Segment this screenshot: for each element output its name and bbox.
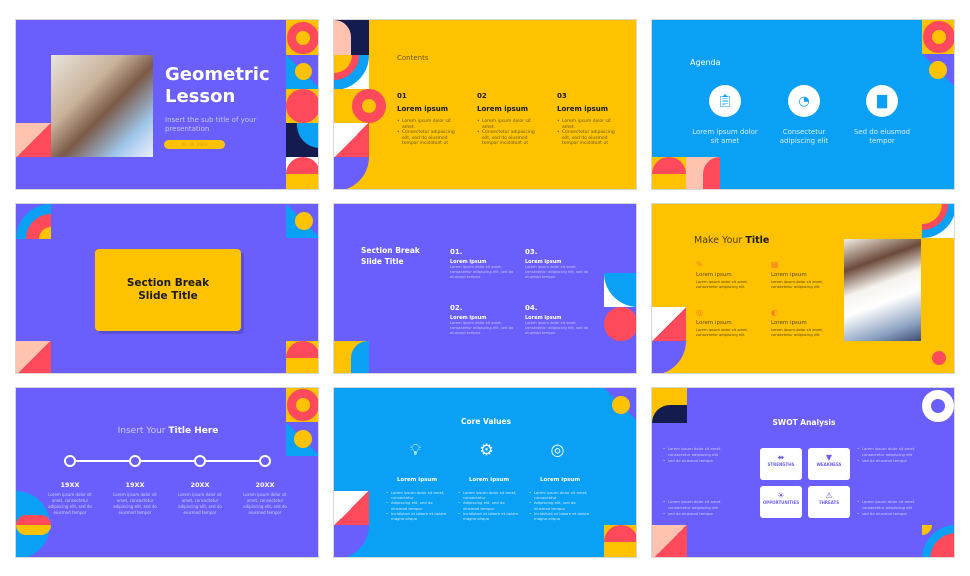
agenda-label: Consectetur adipiscing elit	[779, 128, 829, 145]
feature-item: ✎ Lorem ipsum Lorem ipsum dolor sit amet, …	[696, 260, 766, 289]
slide-thumbnail-2[interactable]: Contents 01 Lorem ipsum Lorem ipsum dolo…	[333, 19, 637, 190]
calendar-icon: ▦	[771, 260, 779, 269]
contents-column: 02 Lorem ipsum Lorem ipsum dolor sit ame…	[477, 92, 539, 147]
slide-thumbnail-1[interactable]: Geometric Lesson Insert the sub title of …	[15, 19, 319, 190]
section-title-box: Section Break Slide Title	[95, 249, 241, 331]
thumbs-down-icon: ▼	[825, 453, 833, 462]
date-pill: 00. 00. 20XX	[164, 140, 225, 149]
agenda-heading: Agenda	[690, 58, 721, 67]
slide-title: Core Values	[461, 417, 511, 426]
milestone: 19XX Lorem ipsum dolor sit amet, consecte…	[113, 481, 157, 515]
title-line-2: Slide Title	[138, 290, 198, 302]
agenda-label: Lorem ipsum dolor sit amet	[692, 128, 758, 145]
slide-thumbnail-4[interactable]: Section Break Slide Title	[15, 203, 319, 374]
bullet: Lorem ipsum dolor sit amet.	[557, 119, 619, 130]
contents-heading: Contents	[397, 54, 429, 62]
swot-box-opportunities: ☀ OPPORTUNITIES	[760, 486, 802, 518]
geometric-strip	[334, 20, 386, 189]
swot-box-threats: ⚠︎ THREATS	[808, 486, 850, 518]
feature-item: ◎ Lorem ipsum Lorem ipsum dolor sit amet, …	[696, 308, 766, 337]
column-title: Lorem ipsum	[557, 105, 609, 113]
slide-title: Insert Your Title Here	[117, 426, 219, 436]
feature-item: ◐ Lorem ipsum Lorem ipsum dolor sit amet, …	[771, 308, 841, 337]
gear-search-icon: ⚙	[479, 440, 494, 459]
lightbulb-icon: ☀	[777, 491, 785, 500]
slide-thumbnail-8[interactable]: Core Values 💡︎ ⚙ ◎ Lorem ipsumLorem ipsu…	[333, 387, 637, 558]
triangle-shape	[286, 55, 318, 89]
value-column: Lorem ipsumLorem ipsum dolor sit amet, c…	[386, 477, 448, 521]
target-icon: ◎	[696, 308, 703, 317]
slide-thumbnail-6[interactable]: Make Your Title ✎ Lorem ipsum Lorem ipsum …	[651, 203, 955, 374]
title-line-2: Slide Title	[361, 256, 404, 266]
slide-title: Section Break Slide Title	[361, 246, 420, 267]
geometric-strip	[286, 20, 318, 189]
column-number: 02	[477, 92, 487, 100]
swot-note: Lorem ipsum dolor sit amet consectetur a…	[857, 499, 935, 516]
milestone: 20XX Lorem ipsum dolor sit amet, consecte…	[178, 481, 222, 515]
dumbbell-icon: ⬌	[777, 453, 785, 462]
slide-title: SWOT Analysis	[772, 418, 836, 427]
slide-thumbnail-9[interactable]: SWOT Analysis ⬌ STRENGTHS ▼ WEAKNESS ☀ OPPO…	[651, 387, 955, 558]
contents-column: 01 Lorem ipsum Lorem ipsum dolor sit ame…	[397, 92, 459, 147]
numbered-item: 03. Lorem ipsum Lorem ipsum dolor sit amet…	[525, 248, 589, 279]
ring-shape	[287, 22, 318, 54]
quarter-shape	[286, 123, 318, 157]
value-column: Lorem ipsumLorem ipsum dolor sit amet, c…	[529, 477, 591, 521]
timeline-node	[64, 455, 76, 467]
target-icon: ◎	[550, 440, 565, 459]
agenda-label: Sed do eiusmod tempor	[853, 128, 911, 145]
warning-icon: ⚠︎	[825, 491, 833, 500]
bullet: Lorem ipsum dolor sit amet.	[397, 119, 459, 130]
column-number: 01	[397, 92, 407, 100]
lightbulb-icon: 💡︎	[409, 440, 422, 459]
slide-thumbnail-5[interactable]: Section Break Slide Title 01. Lorem ipsum L…	[333, 203, 637, 374]
timeline-node	[194, 455, 206, 467]
bullet: Consectetur adipisicing elit, sed do eiu…	[557, 130, 619, 147]
contents-column: 03 Lorem ipsum Lorem ipsum dolor sit ame…	[557, 92, 619, 147]
numbered-item: 02. Lorem ipsum Lorem ipsum dolor sit amet…	[450, 304, 514, 335]
numbered-item: 04. Lorem ipsum Lorem ipsum dolor sit amet…	[525, 304, 589, 335]
timeline-node	[259, 455, 271, 467]
swot-box-strengths: ⬌ STRENGTHS	[760, 448, 802, 480]
title-line-2: Lesson	[165, 86, 236, 107]
slide-thumbnail-7[interactable]: Insert Your Title Here 19XX Lorem ipsum d…	[15, 387, 319, 558]
palette-icon: ◐	[771, 308, 778, 317]
title-line-1: Geometric	[165, 64, 270, 85]
children-photo	[51, 55, 153, 157]
numbered-item: 01. Lorem ipsum Lorem ipsum dolor sit amet…	[450, 248, 514, 279]
teacher-photo	[844, 239, 921, 341]
bullet: Lorem ipsum dolor sit amet.	[477, 119, 539, 130]
title-line-1: Section Break	[361, 246, 420, 255]
bar-chart-icon: ▇	[866, 85, 898, 117]
slide-title: Geometric Lesson	[165, 64, 270, 108]
swot-box-weakness: ▼ WEAKNESS	[808, 448, 850, 480]
column-title: Lorem ipsum	[477, 105, 529, 113]
bullet: Consectetur adipisicing elit, sed do eiu…	[477, 130, 539, 147]
slide-subtitle: Insert the sub title of your presentatio…	[165, 116, 257, 133]
column-number: 03	[557, 92, 567, 100]
column-title: Lorem ipsum	[397, 105, 449, 113]
timeline-node	[129, 455, 141, 467]
clipboard-icon: 📋︎	[709, 85, 741, 117]
swot-note: Lorem ipsum dolor sit amet consectetur a…	[857, 446, 935, 463]
milestone: 19XX Lorem ipsum dolor sit amet, consecte…	[48, 481, 92, 515]
bullet: Consectetur adipisicing elit, sed do eiu…	[397, 130, 459, 147]
pie-chart-icon: ◔	[788, 85, 820, 117]
feature-item: ▦ Lorem ipsum Lorem ipsum dolor sit amet, …	[771, 260, 841, 289]
circle-shape	[286, 89, 318, 123]
edit-icon: ✎	[696, 260, 703, 269]
triangle-shape	[16, 123, 51, 157]
title-line-1: Section Break	[126, 277, 210, 289]
swot-note: Lorem ipsum dolor sit amet consectetur a…	[663, 499, 741, 516]
milestone: 20XX Lorem ipsum dolor sit amet, consecte…	[243, 481, 287, 515]
swot-note: Lorem ipsum dolor sit amet consectetur a…	[663, 446, 741, 463]
value-column: Lorem ipsumLorem ipsum dolor sit amet, c…	[458, 477, 520, 521]
timeline-line	[71, 460, 266, 462]
slide-thumbnail-3[interactable]: Agenda 📋︎ ◔ ▇ Lorem ipsum dolor sit amet…	[651, 19, 955, 190]
slide-title: Make Your Title	[694, 235, 770, 246]
